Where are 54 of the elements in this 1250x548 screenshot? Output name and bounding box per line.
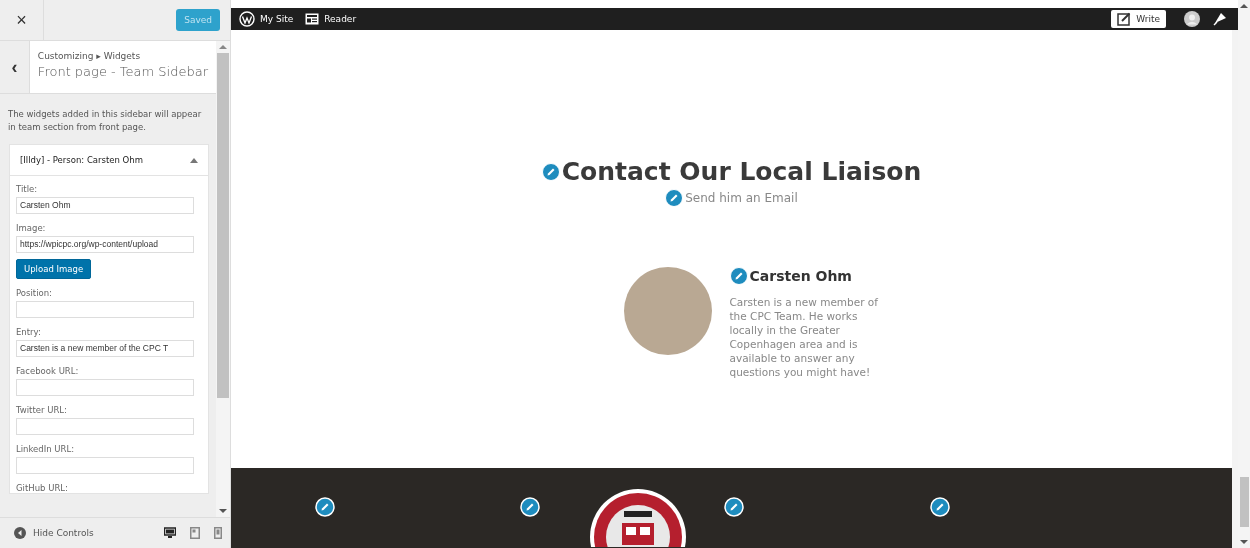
person-name: Carsten Ohm [749, 268, 852, 284]
edit-pencil-icon[interactable] [724, 497, 744, 517]
tablet-icon [190, 527, 200, 539]
collapse-arrow-icon[interactable] [190, 156, 198, 163]
wordpress-logo-icon [239, 11, 255, 27]
edit-pencil-icon[interactable] [930, 497, 950, 517]
field-label: Entry: [16, 326, 41, 337]
avatar-icon[interactable] [1184, 11, 1200, 27]
scrollbar-thumb[interactable] [217, 53, 229, 398]
input-field[interactable]: Carsten is a new member of the CPC T [16, 339, 194, 357]
write-button[interactable]: Write [1111, 10, 1166, 28]
reader-button[interactable]: Reader [305, 13, 357, 25]
mobile-preview-button[interactable] [214, 527, 222, 539]
input-field[interactable] [16, 378, 194, 396]
edit-pencil-icon[interactable] [315, 497, 335, 517]
scrollbar[interactable] [216, 41, 230, 517]
desktop-preview-button[interactable] [164, 527, 176, 539]
desktop-icon [164, 527, 176, 539]
person-bio: Carsten is a new member of the CPC Team. He works locally in the Greater Copenhagen area and is available to answer any questions you might have! [729, 295, 879, 379]
sidebar-description: The widgets added in this sidebar will appear in team section from front page. [8, 108, 203, 134]
field-label: Title: [16, 183, 38, 194]
input-field[interactable] [16, 456, 194, 474]
collapse-icon [14, 527, 26, 539]
reader-icon [305, 13, 320, 25]
my-site-button[interactable]: My Site [239, 11, 294, 27]
scrollbar-thumb[interactable] [1239, 477, 1249, 527]
field-label: Facebook URL: [16, 365, 79, 376]
field-label: LinkedIn URL: [16, 443, 75, 454]
edit-pencil-icon[interactable] [520, 497, 540, 517]
breadcrumb: Customizing ▸ Widgets [37, 51, 142, 61]
field-label: GitHub URL: [16, 482, 68, 493]
field-label: Position: [16, 287, 52, 298]
scroll-down-icon[interactable] [1240, 539, 1248, 545]
widget-header[interactable]: [Illdy] - Person: Carsten Ohm [10, 144, 208, 176]
mobile-icon [214, 527, 222, 539]
hide-controls-button[interactable]: Hide Controls [14, 527, 94, 539]
section-heading: Contact Our Local Liaison [561, 157, 922, 186]
edit-icon [1117, 12, 1132, 26]
tablet-preview-button[interactable] [190, 527, 200, 539]
input-field[interactable] [16, 417, 194, 435]
widget-title: [Illdy] - Person: Carsten Ohm [20, 154, 143, 165]
upload-image-button[interactable]: Upload Image [16, 258, 92, 279]
scroll-up-icon[interactable] [1240, 3, 1248, 9]
section-title: Front page - Team Sidebar [37, 64, 208, 79]
back-button[interactable]: ‹ [0, 41, 30, 93]
section-subheading: Send him an Email [685, 191, 798, 205]
scroll-up-icon[interactable] [219, 44, 227, 50]
page-scrollbar[interactable] [1238, 0, 1250, 548]
scroll-down-icon[interactable] [219, 508, 227, 514]
field-label: Twitter URL: [16, 404, 67, 415]
input-field[interactable]: https://wpicpc.org/wp-content/upload [16, 235, 194, 253]
input-field[interactable]: Carsten Ohm [16, 196, 194, 214]
input-field[interactable] [16, 300, 194, 318]
field-label: Image: [16, 222, 46, 233]
